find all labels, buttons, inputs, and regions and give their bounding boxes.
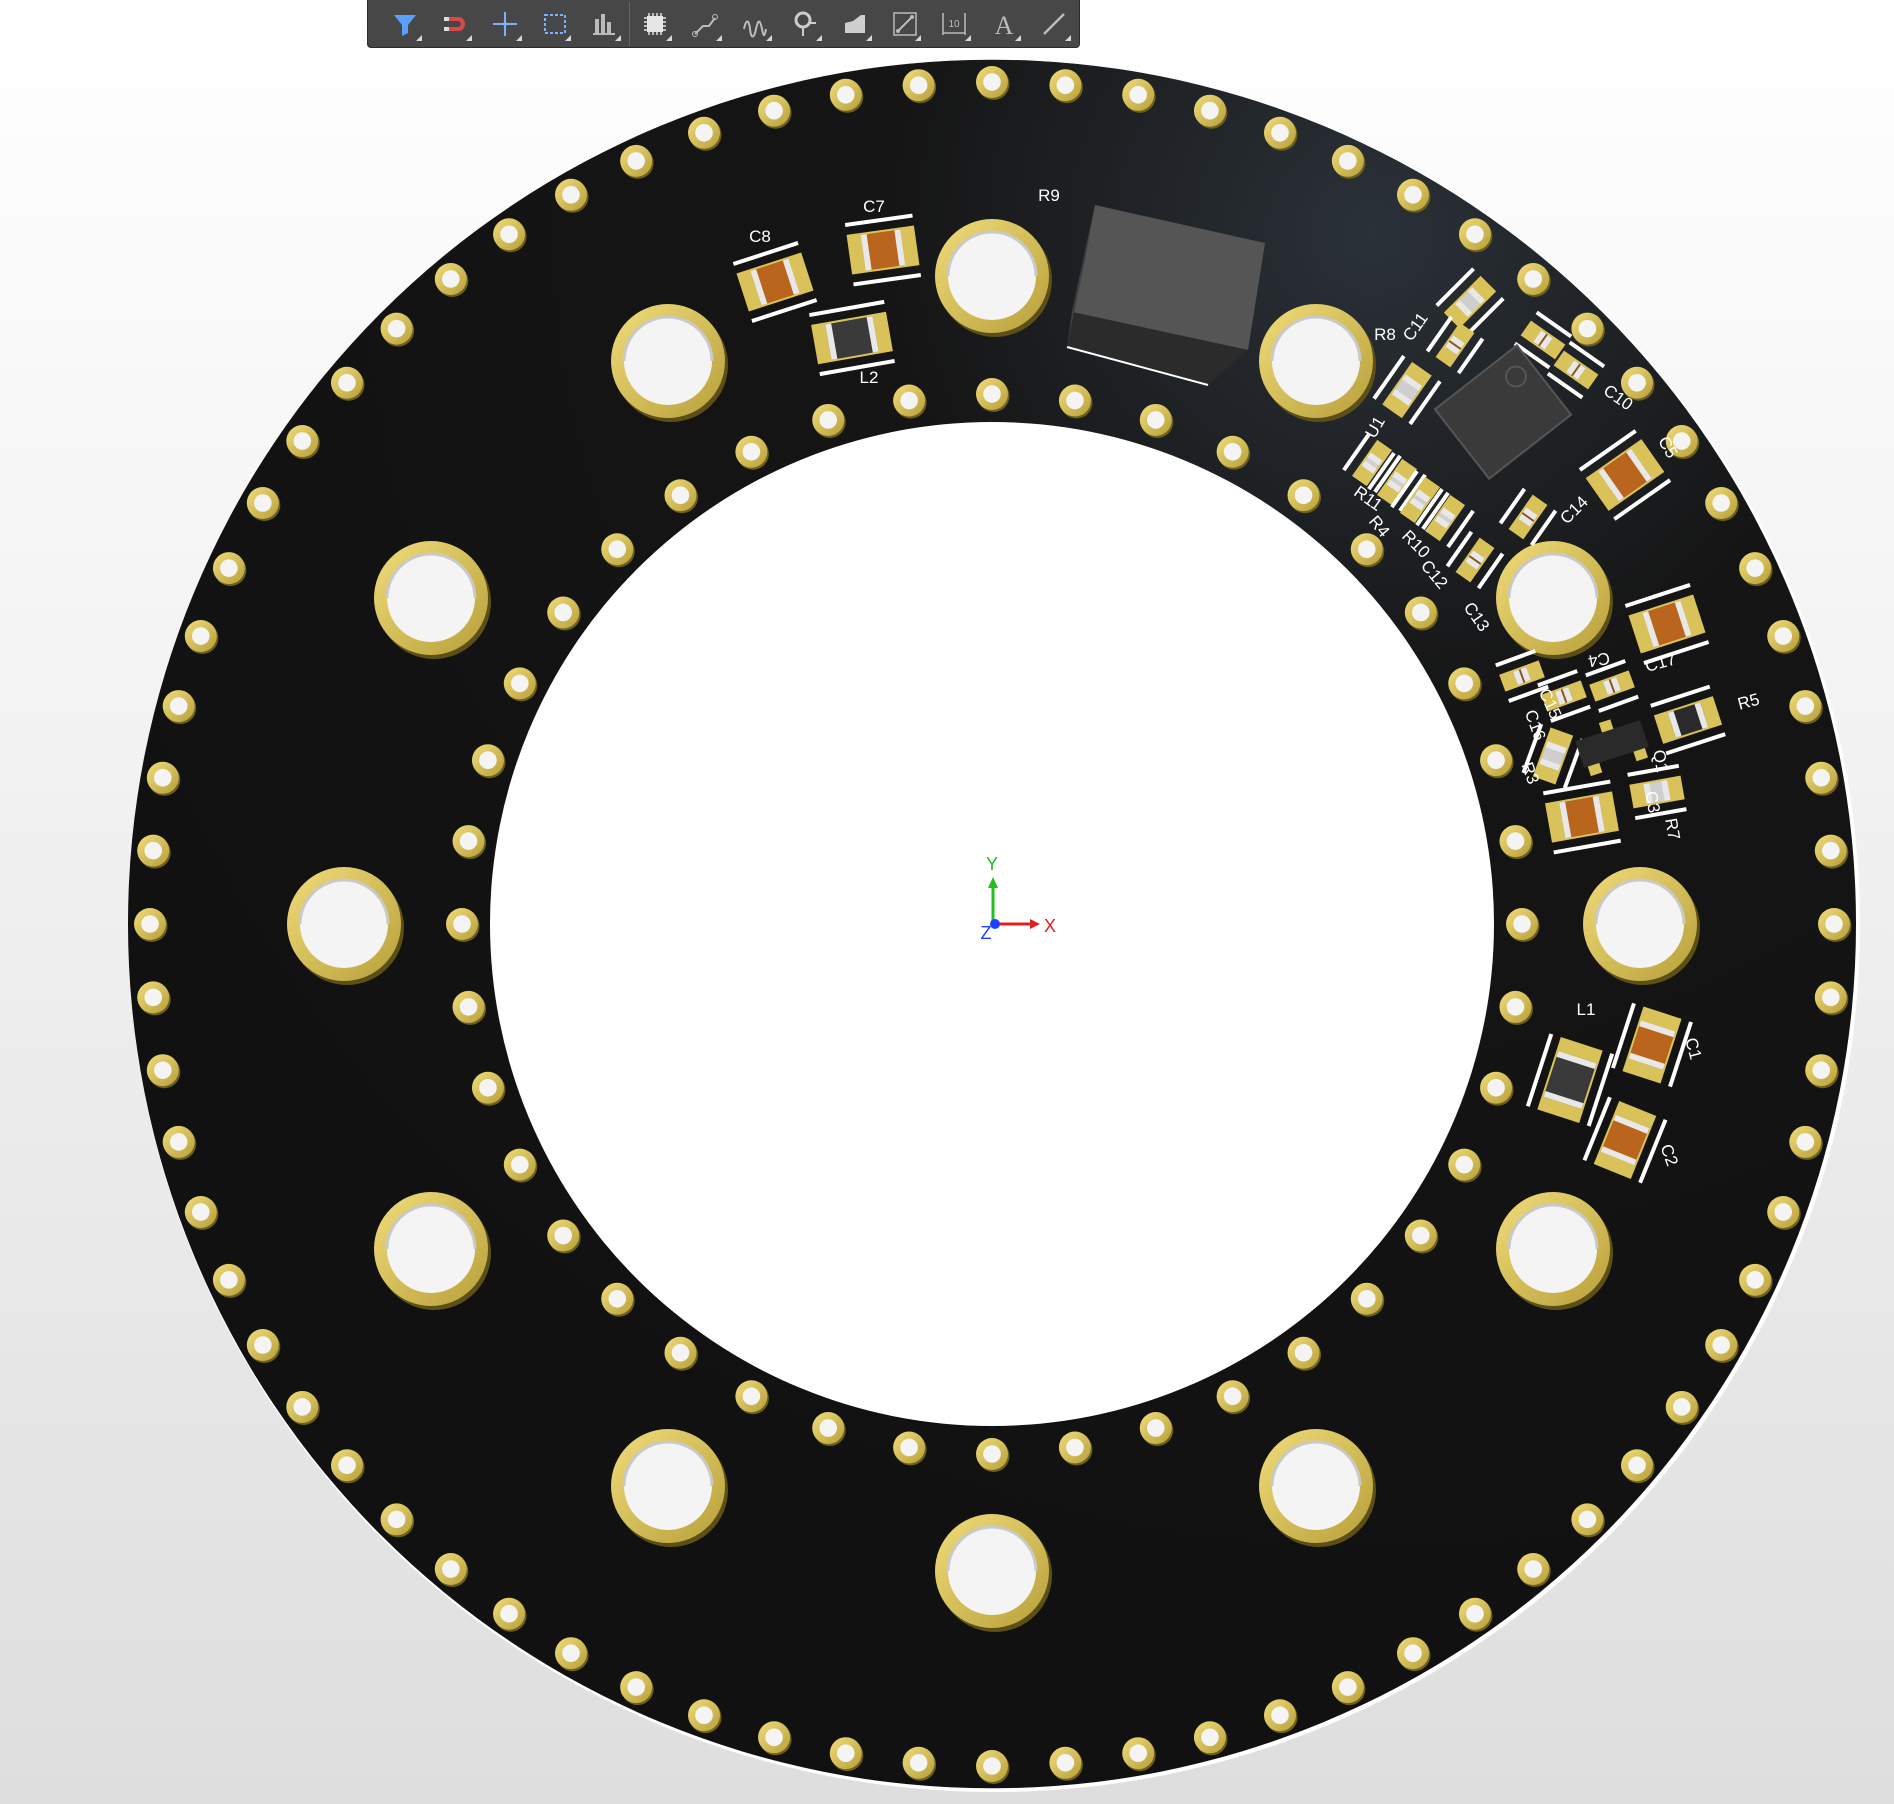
designator-label: R9: [1038, 186, 1060, 205]
designator-label: C3: [1641, 790, 1663, 815]
designator-label: R8: [1374, 325, 1396, 344]
designator-label: C7: [863, 197, 885, 216]
designator-label: C8: [749, 227, 771, 246]
designator-label: R7: [1661, 817, 1683, 842]
axis-x-label: X: [1044, 916, 1056, 936]
designator-label: L1: [1577, 1000, 1596, 1019]
designator-label: Q1: [1649, 748, 1672, 774]
axis-y-label: Y: [986, 854, 998, 874]
designator-label: L2: [860, 368, 879, 387]
pcb-3d-view[interactable]: C8C7R9L2R8 C11C10C5U1C14R11R4 R10C12C13C17…: [0, 0, 1894, 1804]
designator-label: C4: [1587, 648, 1612, 670]
axis-z-label: Z: [981, 923, 992, 943]
